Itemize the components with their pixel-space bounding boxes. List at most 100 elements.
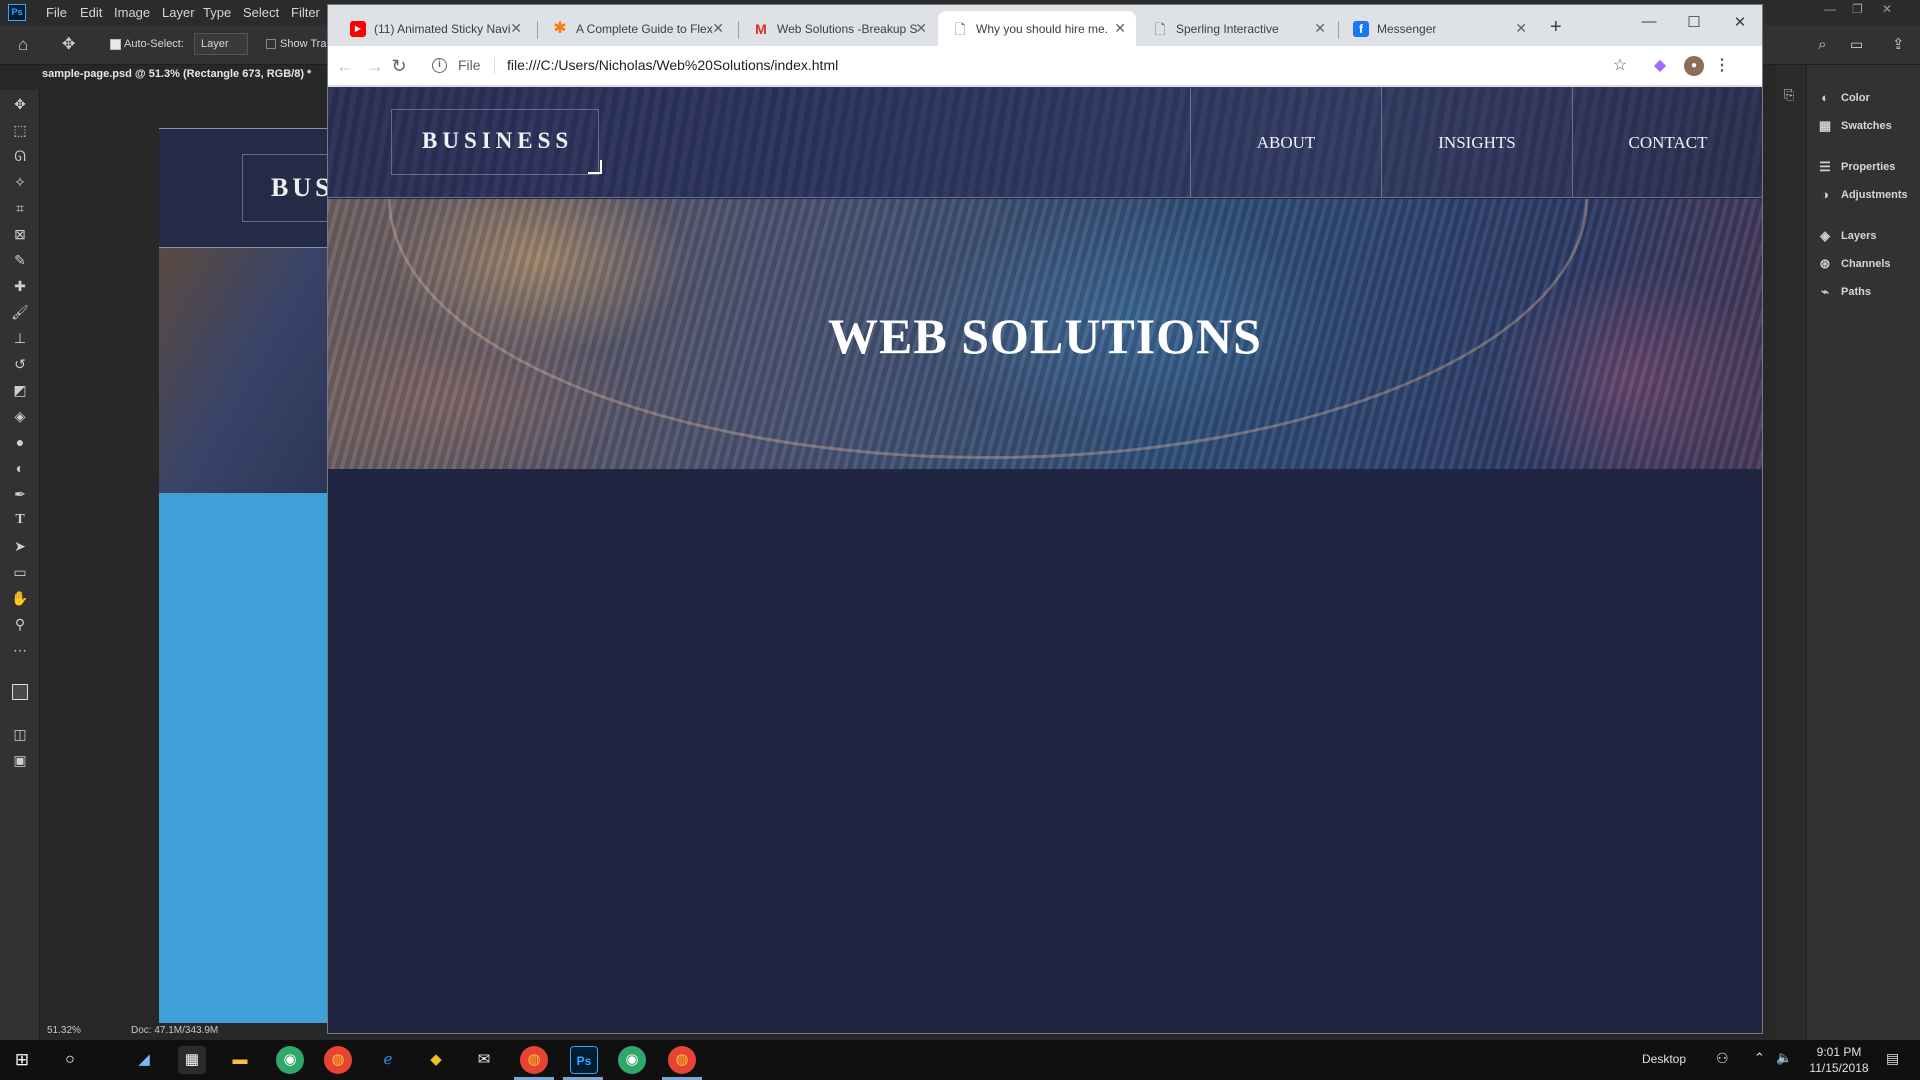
close-icon[interactable]: ✕ <box>1515 20 1527 37</box>
chrome-window-icon[interactable]: ◍ <box>520 1046 548 1074</box>
people-icon[interactable]: ⚇ <box>1716 1050 1729 1067</box>
tab-css-tricks[interactable]: ✱ A Complete Guide to Flex ✕ <box>538 11 734 46</box>
profile-avatar[interactable]: ● <box>1684 56 1704 76</box>
file-explorer-icon[interactable]: ▬ <box>226 1046 254 1074</box>
ps-menu-edit[interactable]: Edit <box>80 5 102 20</box>
rectangle-tool-icon[interactable]: ▭ <box>10 562 30 582</box>
address-bar[interactable]: i File file:///C:/Users/Nicholas/Web%20S… <box>428 51 1668 81</box>
lasso-tool-icon[interactable]: ᘏ <box>10 146 30 166</box>
panel-layers[interactable]: ◈ Layers <box>1817 225 1876 247</box>
ps-menu-filter[interactable]: Filter <box>291 5 320 20</box>
show-transform-checkbox[interactable] <box>266 39 276 49</box>
brush-tool-icon[interactable]: 🖌 <box>10 302 30 322</box>
panel-properties[interactable]: ☰ Properties <box>1817 156 1895 178</box>
path-select-icon[interactable]: ➤ <box>10 536 30 556</box>
move-tool-icon[interactable]: ✥ <box>62 34 75 54</box>
tab-youtube[interactable]: ▶ (11) Animated Sticky Navi ✕ <box>336 11 532 46</box>
crop-tool-icon[interactable]: ⌗ <box>10 198 30 218</box>
tab-sperling[interactable]: 🗋 Sperling Interactive ✕ <box>1138 11 1336 46</box>
tab-messenger[interactable]: f Messenger ✕ <box>1339 11 1537 46</box>
forward-button[interactable]: → <box>364 55 386 77</box>
eyedropper-icon[interactable]: ✎ <box>10 250 30 270</box>
ps-menu-image[interactable]: Image <box>114 5 150 20</box>
chrome-icon[interactable]: ◍ <box>324 1046 352 1074</box>
psd-rectangle-673[interactable] <box>159 493 329 1023</box>
marquee-tool-icon[interactable]: ⬚ <box>10 120 30 140</box>
search-icon[interactable]: ⌕ <box>1818 36 1826 53</box>
panel-paths[interactable]: ⌁ Paths <box>1817 281 1871 303</box>
quick-mask-icon[interactable]: ◫ <box>10 724 30 744</box>
eraser-icon[interactable]: ◩ <box>10 380 30 400</box>
chrome-window-icon[interactable]: ◍ <box>668 1046 696 1074</box>
desktop-toolbar-label[interactable]: Desktop <box>1642 1052 1686 1066</box>
nav-contact[interactable]: CONTACT <box>1572 87 1762 198</box>
ps-close-icon[interactable]: ✕ <box>1882 2 1892 16</box>
windows-start-icon[interactable]: ⊞ <box>8 1046 36 1074</box>
hand-tool-icon[interactable]: ✋ <box>10 588 30 608</box>
paint-bucket-icon[interactable]: ◈ <box>10 406 30 426</box>
pen-tool-icon[interactable]: ✒ <box>10 484 30 504</box>
zoom-tool-icon[interactable]: ⚲ <box>10 614 30 634</box>
ps-menu-layer[interactable]: Layer <box>162 5 195 20</box>
workspace-icon[interactable]: ▭ <box>1850 36 1863 53</box>
ps-restore-icon[interactable]: ❐ <box>1852 2 1863 16</box>
nav-about[interactable]: ABOUT <box>1190 87 1381 198</box>
more-tools-icon[interactable]: ⋯ <box>10 640 30 660</box>
magic-wand-icon[interactable]: ✧ <box>10 172 30 192</box>
nav-insights[interactable]: INSIGHTS <box>1381 87 1572 198</box>
close-window-icon[interactable]: ✕ <box>1726 13 1754 33</box>
foreground-color-swatch[interactable] <box>12 684 28 700</box>
bookmark-star-icon[interactable]: ☆ <box>1610 56 1630 76</box>
frame-tool-icon[interactable]: ⊠ <box>10 224 30 244</box>
panel-adjustments[interactable]: ◑ Adjustments <box>1817 184 1908 206</box>
close-icon[interactable]: ✕ <box>1314 20 1326 37</box>
history-panel-icon[interactable]: ⎘ <box>1784 87 1794 103</box>
close-icon[interactable]: ✕ <box>1114 20 1126 37</box>
layer-select[interactable]: Layer <box>194 33 248 55</box>
screen-mode-icon[interactable]: ▣ <box>10 750 30 770</box>
move-tool-icon[interactable]: ✥ <box>10 94 30 114</box>
tab-gmail[interactable]: M Web Solutions -Breakup S ✕ <box>739 11 937 46</box>
ps-menu-select[interactable]: Select <box>243 5 279 20</box>
minimize-icon[interactable]: — <box>1635 13 1663 33</box>
document-tab[interactable]: sample-page.psd @ 51.3% (Rectangle 673, … <box>42 68 311 88</box>
extension-icon[interactable]: ◆ <box>1650 56 1670 76</box>
zoom-level[interactable]: 51.32% <box>47 1025 81 1036</box>
healing-brush-icon[interactable]: ✚ <box>10 276 30 296</box>
close-icon[interactable]: ✕ <box>510 20 522 37</box>
ps-menu-type[interactable]: Type <box>203 5 231 20</box>
dodge-tool-icon[interactable]: ◐ <box>10 458 30 478</box>
edge-icon[interactable]: ℯ <box>374 1046 402 1074</box>
ps-minimize-icon[interactable]: — <box>1824 2 1836 16</box>
close-icon[interactable]: ✕ <box>712 20 724 37</box>
dev-tool-icon[interactable]: ◆ <box>422 1046 450 1074</box>
notifications-icon[interactable]: ▤ <box>1886 1050 1899 1067</box>
calculator-icon[interactable]: ▦ <box>178 1046 206 1074</box>
url-text[interactable]: file:///C:/Users/Nicholas/Web%20Solution… <box>507 57 838 73</box>
ps-menu-file[interactable]: File <box>46 5 67 20</box>
type-tool-icon[interactable]: T <box>10 510 30 530</box>
clock[interactable]: 9:01 PM 11/15/2018 <box>1804 1044 1874 1076</box>
volume-icon[interactable]: 🔈 <box>1776 1050 1792 1066</box>
pinned-app-icon[interactable]: ◢ <box>130 1046 158 1074</box>
panel-channels[interactable]: ⊛ Channels <box>1817 253 1891 275</box>
menu-kebab-icon[interactable]: ⋮ <box>1712 56 1732 76</box>
close-icon[interactable]: ✕ <box>915 20 927 37</box>
panel-swatches[interactable]: ▦ Swatches <box>1817 115 1892 137</box>
reload-button[interactable]: ↻ <box>388 55 410 77</box>
info-icon[interactable]: i <box>432 58 447 73</box>
maximize-icon[interactable]: ☐ <box>1680 13 1708 33</box>
auto-select-checkbox[interactable] <box>110 39 121 50</box>
mail-icon[interactable]: ✉ <box>470 1046 498 1074</box>
stamp-tool-icon[interactable]: ⊥ <box>10 328 30 348</box>
photoshop-taskbar-icon[interactable]: Ps <box>570 1046 598 1074</box>
chevron-up-icon[interactable]: ⌃ <box>1754 1050 1765 1066</box>
back-button[interactable]: ← <box>334 55 356 77</box>
panel-color[interactable]: ◐ Color <box>1817 87 1870 109</box>
history-brush-icon[interactable]: ↺ <box>10 354 30 374</box>
share-icon[interactable]: ⇪ <box>1892 35 1905 53</box>
app-green-icon[interactable]: ◉ <box>618 1046 646 1074</box>
tab-active-hire-me[interactable]: 🗋 Why you should hire me. ✕ <box>938 11 1136 46</box>
cortana-search-icon[interactable]: ○ <box>56 1046 84 1074</box>
app-green-icon[interactable]: ◉ <box>276 1046 304 1074</box>
